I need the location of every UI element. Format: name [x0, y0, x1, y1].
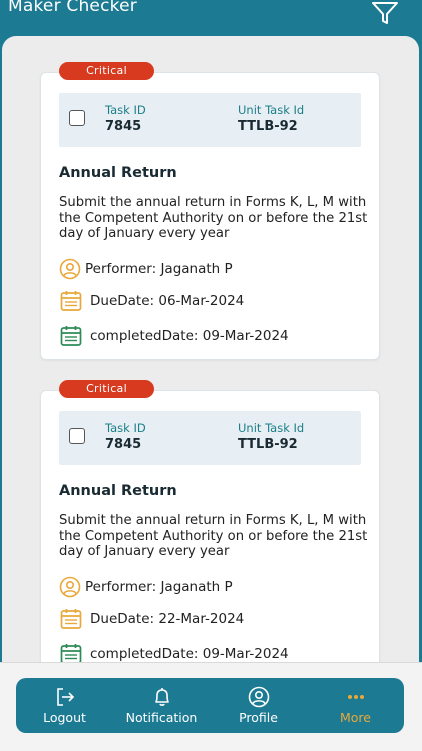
calendar-icon	[60, 609, 82, 629]
logout-icon	[56, 688, 74, 706]
nav-label: More	[340, 710, 371, 725]
task-title: Annual Return	[59, 165, 177, 181]
header-bar: Maker Checker	[0, 0, 422, 40]
task-id-label: Task ID	[105, 103, 146, 117]
unit-task-id-value: TTLB-92	[238, 119, 298, 134]
nav-label: Logout	[43, 710, 86, 725]
user-circle-icon	[59, 576, 81, 598]
performer-text: Performer: Jaganath P	[85, 579, 233, 595]
task-checkbox[interactable]	[69, 428, 85, 444]
nav-logout[interactable]: Logout	[16, 678, 113, 733]
completed-date-text: completedDate: 09-Mar-2024	[90, 646, 289, 662]
nav-profile[interactable]: Profile	[210, 678, 307, 733]
due-date-text: DueDate: 06-Mar-2024	[90, 293, 245, 309]
performer-row: Performer: Jaganath P	[59, 576, 233, 598]
priority-badge: Critical	[59, 380, 154, 398]
due-date-text: DueDate: 22-Mar-2024	[90, 611, 245, 627]
due-date-row: DueDate: 22-Mar-2024	[59, 608, 244, 630]
task-id-value: 7845	[105, 437, 142, 452]
task-id-value: 7845	[105, 119, 142, 134]
filter-button[interactable]	[370, 0, 404, 26]
nav-more[interactable]: More	[307, 678, 404, 733]
nav-label: Profile	[239, 710, 278, 725]
unit-task-id-value: TTLB-92	[238, 437, 298, 452]
task-card-body: Critical Task ID 7845 Unit Task Id TTLB-…	[40, 380, 380, 692]
task-card-body: Critical Task ID 7845 Unit Task Id TTLB-…	[40, 62, 380, 360]
task-checkbox[interactable]	[69, 110, 85, 126]
bell-icon	[154, 688, 169, 706]
due-date-row: DueDate: 06-Mar-2024	[59, 290, 244, 312]
task-title: Annual Return	[59, 483, 177, 499]
nav-label: Notification	[125, 710, 198, 725]
task-id-box: Task ID 7845 Unit Task Id TTLB-92	[59, 411, 361, 465]
calendar-check-icon	[60, 326, 82, 346]
performer-text: Performer: Jaganath P	[85, 261, 233, 277]
nav-notification[interactable]: Notification	[113, 678, 210, 733]
completed-date-text: completedDate: 09-Mar-2024	[90, 328, 289, 344]
priority-badge: Critical	[59, 62, 154, 80]
performer-row: Performer: Jaganath P	[59, 258, 233, 280]
bottom-nav: Logout Notification Profile More	[16, 678, 404, 733]
task-id-label: Task ID	[105, 421, 146, 435]
filter-icon	[372, 2, 398, 24]
completed-date-row: completedDate: 09-Mar-2024	[59, 325, 289, 347]
task-list-panel[interactable]: Critical Task ID 7845 Unit Task Id TTLB-…	[2, 36, 419, 750]
task-description: Submit the annual return in Forms K, L, …	[59, 513, 368, 559]
more-dots-icon	[347, 695, 364, 699]
page-title: Maker Checker	[8, 0, 137, 16]
task-id-box: Task ID 7845 Unit Task Id TTLB-92	[59, 93, 361, 147]
unit-task-id-label: Unit Task Id	[238, 103, 305, 117]
unit-task-id-label: Unit Task Id	[238, 421, 305, 435]
user-circle-icon	[59, 258, 81, 280]
calendar-icon	[60, 291, 82, 311]
user-circle-icon	[248, 686, 269, 708]
task-description: Submit the annual return in Forms K, L, …	[59, 195, 368, 241]
